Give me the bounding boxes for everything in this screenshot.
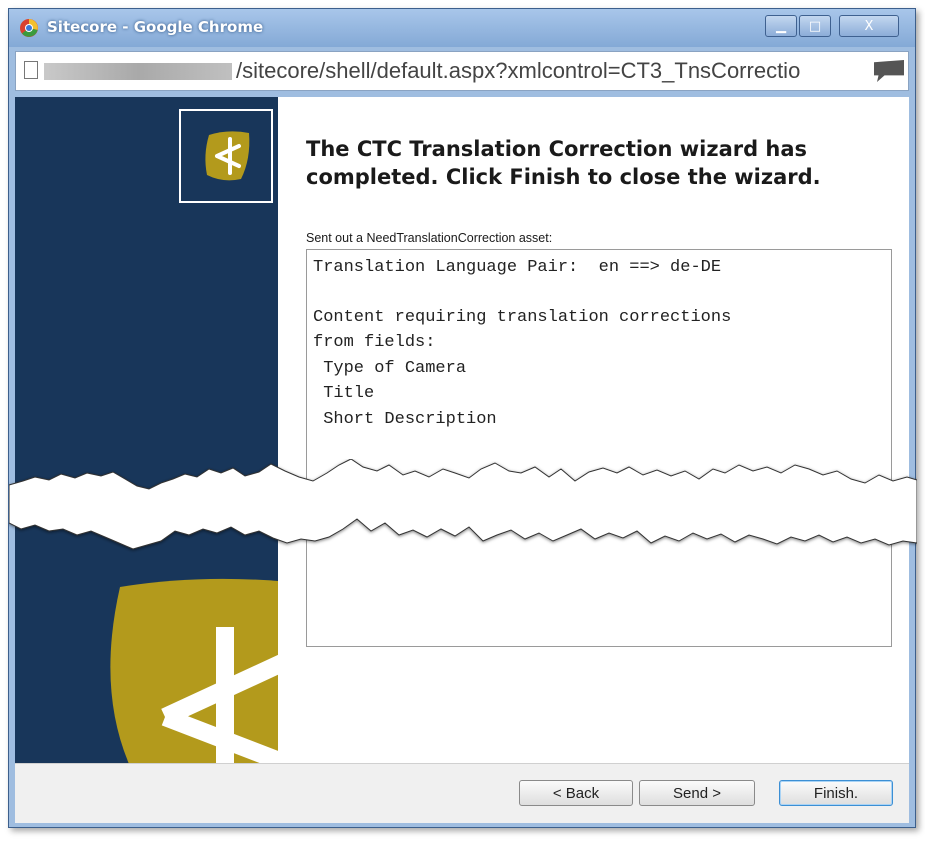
minimize-button[interactable]: ▁: [765, 15, 797, 37]
maximize-button[interactable]: □: [799, 15, 831, 37]
details-line-field-title: Title: [313, 384, 375, 403]
maximize-icon: □: [808, 18, 822, 34]
address-bar[interactable]: /sitecore/shell/default.aspx?xmlcontrol=…: [15, 51, 909, 91]
asset-details-textarea[interactable]: Translation Language Pair: en ==> de-DE …: [306, 249, 892, 647]
details-line-content-requiring: Content requiring translation correction…: [313, 308, 732, 327]
back-button[interactable]: < Back: [519, 780, 633, 806]
wizard-main: The CTC Translation Correction wizard ha…: [278, 97, 909, 763]
details-line-from-fields: from fields:: [313, 333, 436, 352]
url-text[interactable]: /sitecore/shell/default.aspx?xmlcontrol=…: [236, 58, 866, 84]
sitecore-ctc-logo: [205, 131, 250, 181]
url-host-redacted: [44, 63, 232, 80]
close-button[interactable]: X: [839, 15, 899, 37]
torn-paper-break: [9, 459, 917, 550]
details-line-language-pair: Translation Language Pair: en ==> de-DE: [313, 258, 722, 277]
wizard-sidebar: [15, 97, 278, 763]
wizard-content: The CTC Translation Correction wizard ha…: [15, 97, 909, 763]
sent-asset-label: Sent out a NeedTranslationCorrection ass…: [306, 231, 553, 245]
wizard-footer: < Back Send > Finish.: [15, 763, 909, 823]
sitecore-ctc-logo-large: [110, 578, 278, 763]
completion-heading: The CTC Translation Correction wizard ha…: [306, 137, 821, 189]
title-bar[interactable]: Sitecore - Google Chrome ▁ □ X: [9, 9, 915, 47]
browser-window: Sitecore - Google Chrome ▁ □ X /sitecore…: [8, 8, 917, 828]
minimize-icon: ▁: [776, 18, 786, 34]
finish-button[interactable]: Finish.: [779, 780, 893, 806]
chrome-icon: [20, 19, 38, 37]
details-line-field-short-description: Short Description: [313, 410, 497, 429]
send-button[interactable]: Send >: [639, 780, 755, 806]
details-line-field-type-of-camera: Type of Camera: [313, 359, 467, 378]
logo-frame: [179, 109, 273, 203]
page-icon: [24, 61, 38, 79]
window-title: Sitecore - Google Chrome: [47, 18, 264, 36]
close-icon: X: [864, 18, 874, 34]
